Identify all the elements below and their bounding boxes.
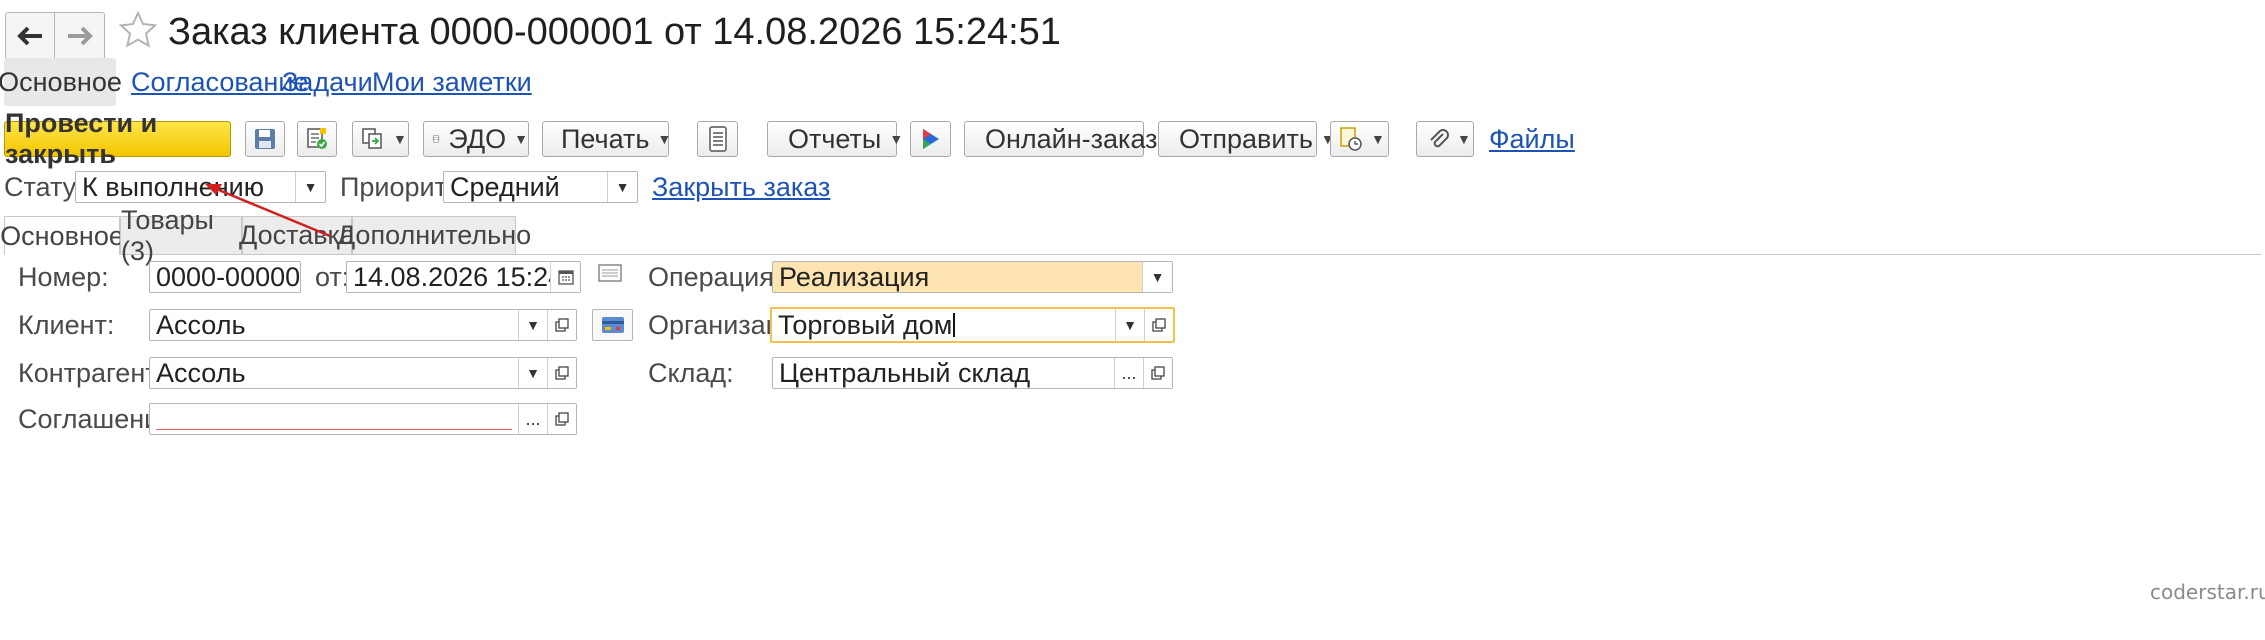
watermark: coderstar.ru xyxy=(2150,580,2265,604)
annotation-arrow xyxy=(205,184,331,238)
